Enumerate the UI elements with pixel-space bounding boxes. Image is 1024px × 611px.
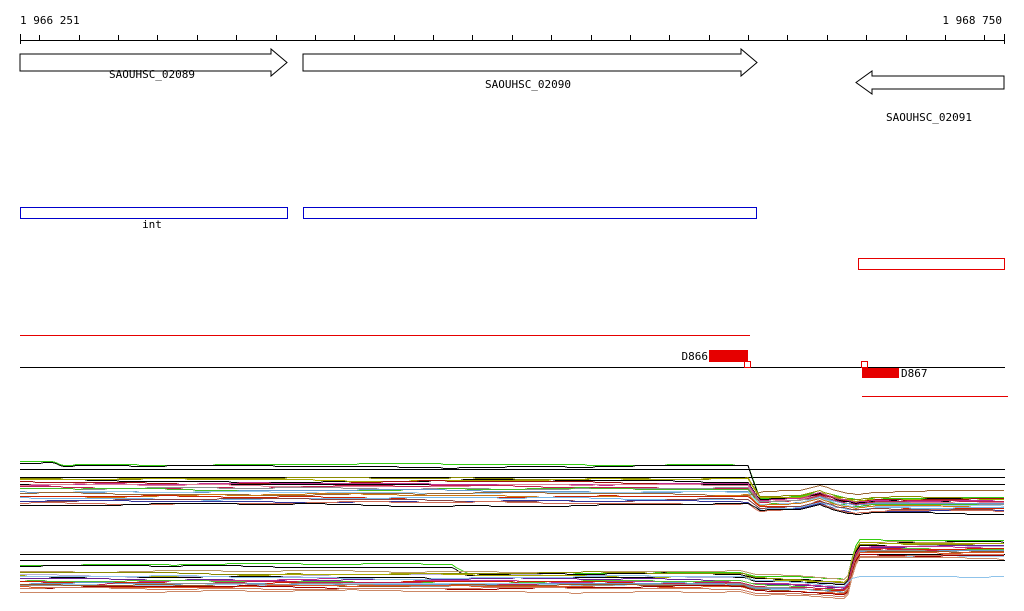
blue-cds-rect[interactable] <box>20 207 288 219</box>
gene-arrow-saouhsc_02090[interactable] <box>302 47 758 78</box>
blue-cds-rect[interactable] <box>303 207 757 219</box>
marker-square-d866[interactable] <box>744 361 751 368</box>
coverage-top-panel <box>20 461 1005 515</box>
gene-label-saouhsc-02090: SAOUHSC_02090 <box>485 78 571 91</box>
marker-block-d867[interactable] <box>862 368 899 378</box>
cds-label-int: int <box>142 218 162 231</box>
feature-label-d867: D867 <box>901 367 928 380</box>
genome-browser-view: 1 966 251 1 968 750 SAOUHSC_02089 SAOUHS… <box>0 0 1024 611</box>
red-feature-rect[interactable] <box>858 258 1005 270</box>
marker-feature-track <box>709 350 899 378</box>
gene-label-saouhsc-02091: SAOUHSC_02091 <box>886 111 972 124</box>
red-feature-track <box>20 258 1008 398</box>
marker-block-d866[interactable] <box>709 350 748 362</box>
gene-label-saouhsc-02089: SAOUHSC_02089 <box>109 68 195 81</box>
coverage-plot-panels <box>20 461 1005 599</box>
feature-label-d866: D866 <box>682 350 709 363</box>
gene-arrow-saouhsc_02091[interactable] <box>855 70 1005 95</box>
blue-cds-track <box>20 207 757 219</box>
coverage-bottom-panel <box>20 539 1005 599</box>
ruler-right-label: 1 968 750 <box>942 14 1002 27</box>
ruler-left-label: 1 966 251 <box>20 14 80 27</box>
marker-square-d867[interactable] <box>861 361 868 368</box>
ruler-group <box>20 34 1005 44</box>
